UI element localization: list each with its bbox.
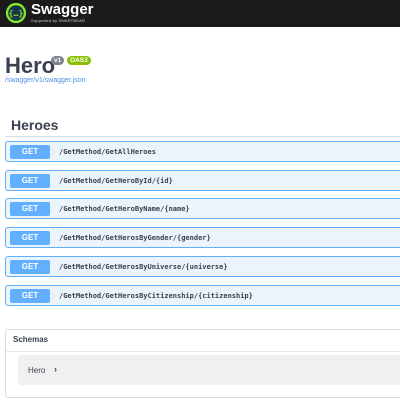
schemas-divider	[6, 351, 400, 352]
operation-path: /GetMethod/GetHerosByUniverse/{universe}	[59, 263, 228, 271]
section-divider	[5, 136, 400, 137]
operation-path: /GetMethod/GetAllHeroes	[59, 148, 156, 156]
model-hero[interactable]: Hero ›	[18, 355, 400, 385]
operation-get-all-heroes[interactable]: GET /GetMethod/GetAllHeroes	[5, 141, 400, 162]
method-badge: GET	[10, 231, 50, 245]
operation-get-heros-by-universe[interactable]: GET /GetMethod/GetHerosByUniverse/{unive…	[5, 256, 400, 277]
topbar: {…} Swagger Supported by SMARTBEAR	[0, 0, 400, 27]
operation-path: /GetMethod/GetHeroByName/{name}	[59, 205, 190, 213]
svg-text:{…}: {…}	[9, 8, 24, 18]
schemas-header[interactable]: Schemas	[13, 335, 48, 344]
operation-path: /GetMethod/GetHerosByGender/{gender}	[59, 234, 211, 242]
version-badge: v1	[51, 56, 65, 65]
swagger-logo-icon[interactable]: {…}	[5, 2, 27, 24]
model-name: Hero	[28, 366, 46, 375]
operation-get-heros-by-citizenship[interactable]: GET /GetMethod/GetHerosByCitizenship/{ci…	[5, 285, 400, 306]
spec-json-link[interactable]: /swagger/v1/swagger.json	[5, 77, 86, 84]
brand-subtitle: Supported by SMARTBEAR	[31, 18, 86, 23]
api-title: Hero	[5, 53, 56, 78]
schemas-section: Schemas Hero ›	[5, 329, 400, 398]
operation-get-hero-by-name[interactable]: GET /GetMethod/GetHeroByName/{name}	[5, 198, 400, 219]
method-badge: GET	[10, 260, 50, 274]
method-badge: GET	[10, 202, 50, 216]
operation-path: /GetMethod/GetHerosByCitizenship/{citize…	[59, 292, 253, 300]
oas-badge: OAS3	[67, 56, 91, 65]
operation-get-hero-by-id[interactable]: GET /GetMethod/GetHeroById/{id}	[5, 170, 400, 191]
operation-get-heros-by-gender[interactable]: GET /GetMethod/GetHerosByGender/{gender}	[5, 227, 400, 248]
method-badge: GET	[10, 145, 50, 159]
chevron-right-icon[interactable]: ›	[54, 364, 57, 374]
brand-name[interactable]: Swagger	[31, 2, 94, 18]
method-badge: GET	[10, 174, 50, 188]
method-badge: GET	[10, 289, 50, 303]
tag-heroes-header[interactable]: Heroes	[11, 117, 58, 133]
operation-path: /GetMethod/GetHeroById/{id}	[59, 177, 173, 185]
